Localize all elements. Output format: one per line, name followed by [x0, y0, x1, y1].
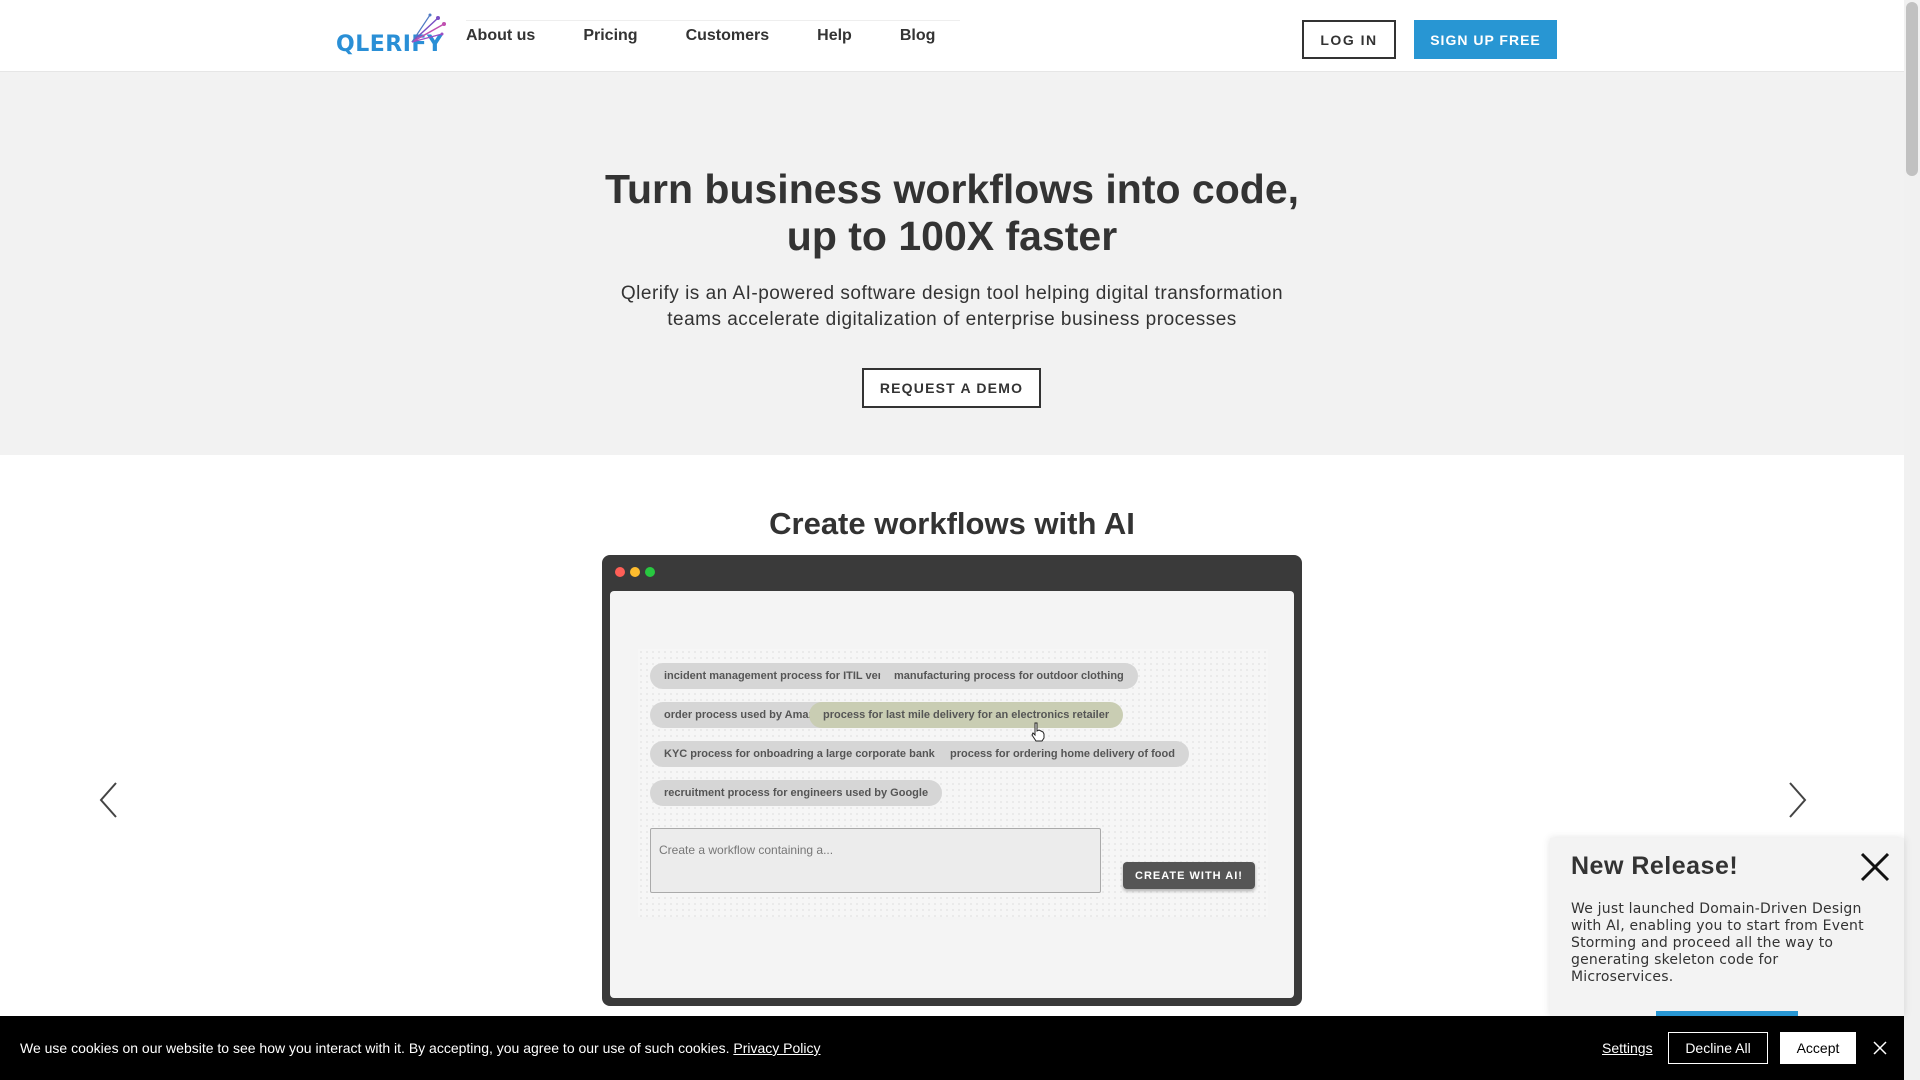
hero-subtitle-line2: teams accelerate digitalization of enter… [667, 309, 1237, 330]
hero-subtitle: Qlerify is an AI-powered software design… [0, 281, 1904, 333]
cookie-banner: We use cookies on our website to see how… [0, 1016, 1904, 1080]
main-nav: About us Pricing Customers Help Blog [466, 20, 983, 52]
create-with-ai-button[interactable]: CREATE WITH AI! [1123, 862, 1255, 889]
hero-section: Turn business workflows into code, up to… [0, 72, 1904, 455]
login-button[interactable]: LOG IN [1302, 20, 1396, 59]
close-icon[interactable] [1872, 1040, 1888, 1056]
app-mockup-window: incident management process for ITIL ver… [602, 555, 1302, 1006]
scrollbar-thumb[interactable] [1906, 2, 1918, 176]
suggestion-chip[interactable]: manufacturing process for outdoor clothi… [880, 663, 1138, 689]
carousel-next-arrow-icon[interactable] [1780, 780, 1810, 820]
nav-about-us[interactable]: About us [466, 27, 535, 45]
request-demo-button[interactable]: REQUEST A DEMO [862, 368, 1041, 408]
close-icon[interactable] [1858, 850, 1892, 884]
hero-title: Turn business workflows into code, up to… [0, 166, 1904, 260]
section-title: Create workflows with AI [769, 506, 1135, 541]
suggestion-chip[interactable]: process for ordering home delivery of fo… [936, 741, 1189, 767]
signup-button[interactable]: SIGN UP FREE [1414, 20, 1557, 59]
cookie-settings-link[interactable]: Settings [1602, 1040, 1653, 1056]
suggestion-chip-active[interactable]: process for last mile delivery for an el… [809, 702, 1124, 728]
suggestion-chip[interactable]: recruitment process for engineers used b… [650, 780, 943, 806]
qlerify-logo[interactable]: QLERIFY [336, 12, 446, 58]
nav-blog[interactable]: Blog [900, 27, 936, 45]
hero-title-line1: Turn business workflows into code, [604, 166, 1300, 212]
window-minimize-dot-icon [630, 567, 640, 577]
hero-title-line2: up to 100X faster [786, 213, 1118, 259]
window-maximize-dot-icon [645, 567, 655, 577]
mockup-screen: incident management process for ITIL ver… [610, 591, 1294, 998]
release-title: New Release! [1571, 852, 1739, 880]
carousel-prev-arrow-icon[interactable] [96, 780, 126, 820]
window-close-dot-icon [615, 567, 625, 577]
new-release-popup: New Release! We just launched Domain-Dri… [1550, 838, 1904, 1017]
nav-help[interactable]: Help [817, 27, 852, 45]
privacy-policy-link[interactable]: Privacy Policy [733, 1040, 820, 1056]
cookie-text: We use cookies on our website to see how… [20, 1040, 730, 1056]
nav-customers[interactable]: Customers [686, 27, 770, 45]
accept-button[interactable]: Accept [1780, 1032, 1856, 1064]
hand-cursor-icon [1031, 722, 1045, 742]
release-description: We just launched Domain-Driven Design wi… [1571, 901, 1864, 985]
prompt-placeholder: Create a workflow containing a... [659, 843, 834, 857]
site-header: QLERIFY About us Pricing Customers Help … [0, 0, 1904, 72]
decline-all-button[interactable]: Decline All [1668, 1032, 1768, 1064]
cookie-message: We use cookies on our website to see how… [20, 1040, 821, 1056]
hero-subtitle-line1: Qlerify is an AI-powered software design… [620, 283, 1284, 304]
nav-pricing[interactable]: Pricing [583, 27, 637, 45]
workflow-prompt-input[interactable]: Create a workflow containing a... [650, 828, 1101, 893]
logo-spark-icon [411, 13, 446, 43]
